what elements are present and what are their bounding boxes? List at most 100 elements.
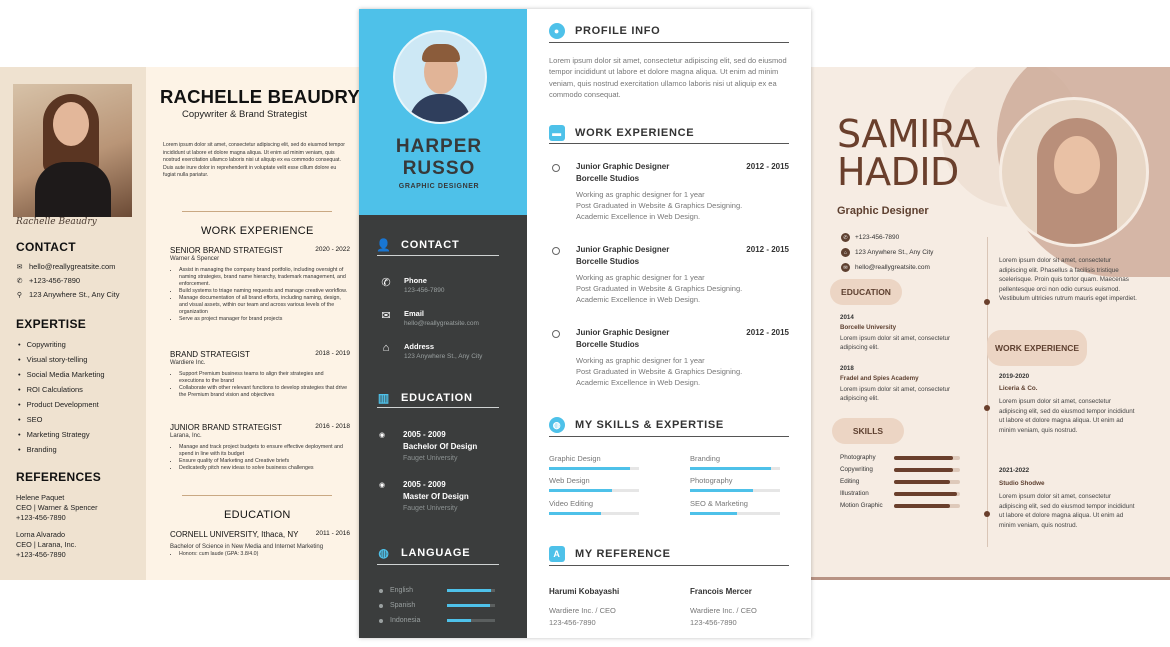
profile-photo <box>13 84 132 217</box>
left-references-section: REFERENCES Helene Paquet CEO | Warner & … <box>16 470 101 560</box>
skill-bar: SEO & Marketing <box>690 499 780 515</box>
section-title: WORK EXPERIENCE <box>987 330 1087 366</box>
book-icon: ▥ <box>377 391 391 405</box>
bullet-icon: ◉ <box>379 432 386 439</box>
timeline-dot <box>984 299 990 305</box>
divider <box>182 211 332 212</box>
skill-bar: Web Design <box>549 476 639 492</box>
contact-address: ⌂ Address 123 Anywhere St., Any City <box>379 342 483 360</box>
divider <box>549 436 789 437</box>
reference-item: Harumi Kobayashi Wardiere Inc. / CEO 123-4… <box>549 587 620 627</box>
profile-text: Lorem ipsum dolor sit amet, consectetur … <box>549 56 787 99</box>
phone-icon: ✆ <box>841 233 850 242</box>
contact-address: ⌂ 123 Anywhere St., Any City <box>841 248 933 257</box>
work-company: Liceria & Co. <box>999 385 1038 392</box>
resume-role: Graphic Designer <box>837 205 929 217</box>
skill-bar: Illustration <box>840 490 962 497</box>
list-item: Social Media Marketing <box>16 367 105 382</box>
work-heading: ▬ WORK EXPERIENCE <box>549 125 694 141</box>
reference-heading: A MY REFERENCE <box>549 546 671 562</box>
list-item: ROI Calculations <box>16 382 105 397</box>
contact-phone: ✆ +123-456-7890 <box>841 233 899 242</box>
list-item: Copywriting <box>16 337 105 352</box>
resume-left: Rachelle Beaudry CONTACT ✉ hello@reallygr… <box>0 67 372 580</box>
divider <box>182 495 332 496</box>
timeline-dot <box>984 405 990 411</box>
section-title: SKILLS <box>832 418 904 444</box>
home-icon: ⌂ <box>841 248 850 257</box>
globe-icon: ◍ <box>378 546 390 560</box>
skill-bar: Photography <box>840 454 962 461</box>
left-contact-section: CONTACT ✉ hello@reallygreatsite.com ✆ +123… <box>16 240 119 299</box>
contact-email: ✉ hello@reallygreatsite.com <box>841 263 930 272</box>
profile-photo <box>999 97 1149 247</box>
resume-right: SAMIRA HADID Graphic Designer ✆ +123-456-7… <box>811 67 1170 580</box>
skill-bar: Photography <box>690 476 780 492</box>
job-entry: BRAND STRATEGIST 2018 - 2019 Wardiere Inc… <box>170 350 350 399</box>
skill-bar: Motion Graphic <box>840 502 962 509</box>
briefcase-icon: ▬ <box>549 125 565 141</box>
section-title: EDUCATION <box>224 509 291 521</box>
phone-icon: ✆ <box>16 277 23 285</box>
bullet-icon <box>552 164 560 172</box>
education-entry: 2014 Borcelle University Lorem ipsum dol… <box>840 314 951 351</box>
section-title: WORK EXPERIENCE <box>201 225 314 237</box>
job-entry: SENIOR BRAND STRATEGIST 2020 - 2022 Warne… <box>170 246 350 323</box>
list-item: Visual story-telling <box>16 352 105 367</box>
mail-icon: ✉ <box>16 263 23 271</box>
list-item: SEO <box>16 412 105 427</box>
resume-subtitle: Copywriter & Brand Strategist <box>182 109 308 120</box>
profile-photo <box>393 30 487 124</box>
home-icon: ⌂ <box>382 342 390 354</box>
location-icon: ⚲ <box>16 291 23 299</box>
bullet-icon <box>552 330 560 338</box>
work-entry: Junior Graphic Designer 2012 - 2015 Borcel… <box>549 327 789 389</box>
resume-name: SAMIRA HADID <box>837 112 980 194</box>
work-entry: Junior Graphic Designer 2012 - 2015 Borcel… <box>549 161 789 223</box>
list-item: Marketing Strategy <box>16 427 105 442</box>
globe-icon: ◍ <box>549 417 565 433</box>
skill-bar: Video Editing <box>549 499 639 515</box>
contact-phone: ✆ +123-456-7890 <box>16 276 81 285</box>
phone-icon: ✆ <box>381 277 391 289</box>
section-title: EXPERTISE <box>16 317 87 331</box>
education-entry: ◉ 2005 - 2009 Bachelor Of Design Fauget Uni… <box>379 430 478 462</box>
skill-bar: Graphic Design <box>549 454 639 470</box>
education-heading: ▥ EDUCATION <box>377 391 473 405</box>
contact-address: ⚲ 123 Anywhere St., Any City <box>16 290 120 299</box>
education-entry: ◉ 2005 - 2009 Master Of Design Fauget Unive… <box>379 480 469 512</box>
divider <box>377 564 499 565</box>
list-item: Branding <box>16 442 105 457</box>
divider <box>549 42 789 43</box>
work-years: 2021-2022 <box>999 467 1030 474</box>
resume-showcase: Rachelle Beaudry CONTACT ✉ hello@reallygr… <box>0 0 1170 647</box>
language-bar: Indonesia <box>379 617 499 624</box>
divider <box>549 565 789 566</box>
profile-heading: ● PROFILE INFO <box>549 23 660 39</box>
signature: Rachelle Beaudry <box>16 217 97 227</box>
list-item: Product Development <box>16 397 105 412</box>
bullet-icon <box>552 247 560 255</box>
work-years: 2019-2020 <box>999 373 1030 380</box>
reference-item: Lorna Alvarado CEO | Larana, Inc. +123-4… <box>16 530 77 559</box>
divider <box>377 255 499 256</box>
resume-role: GRAPHIC DESIGNER <box>398 183 480 190</box>
education-entry: CORNELL UNIVERSITY, Ithaca, NY 2011 - 201… <box>170 530 350 558</box>
contact-phone: ✆ Phone 123-456-7890 <box>379 276 444 294</box>
person-icon: ● <box>549 23 565 39</box>
education-entry: 2018 Fradel and Spies Academy Lorem ipsu… <box>840 365 951 402</box>
work-desc: Lorem ipsum dolor sit amet, consectetur … <box>999 493 1135 529</box>
skill-bar: Copywriting <box>840 466 962 473</box>
section-title: CONTACT <box>16 240 76 254</box>
section-title: REFERENCES <box>16 470 102 484</box>
timeline-line <box>987 237 988 547</box>
bottom-border <box>811 577 1170 580</box>
resume-intro: Lorem ipsum dolor sit amet, consectetur … <box>163 142 345 179</box>
divider <box>549 143 789 144</box>
reference-item: Francois Mercer Wardiere Inc. / CEO 123-45… <box>690 587 757 627</box>
contact-card-icon: A <box>549 546 565 562</box>
skill-bar: Editing <box>840 478 962 485</box>
timeline-dot <box>984 511 990 517</box>
language-bar: Spanish <box>379 602 499 609</box>
reference-item: Helene Paquet CEO | Warner & Spencer +12… <box>16 493 98 522</box>
